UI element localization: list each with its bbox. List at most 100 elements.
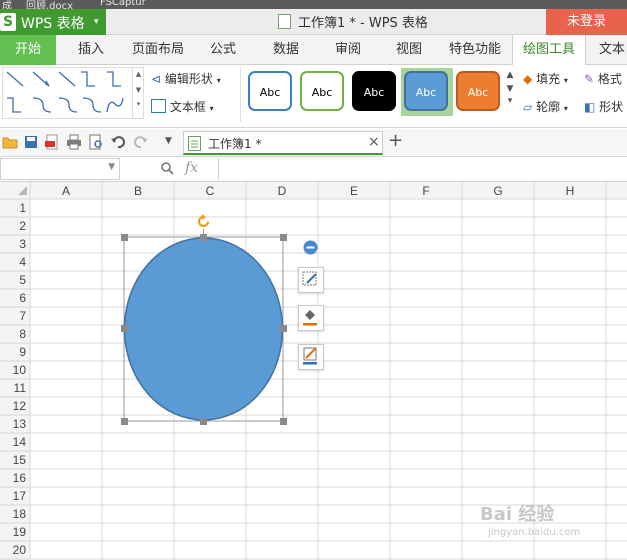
outline-button[interactable]: ▱ 轮廓 ▾ <box>523 98 568 115</box>
row-header-10[interactable]: 10 <box>13 363 27 377</box>
top-taskbar-strip: 成 回顾.docx FSCaptur <box>0 0 627 9</box>
resize-handle-sw[interactable] <box>121 418 128 425</box>
column-header-e[interactable]: E <box>350 184 358 198</box>
resize-handle-ne[interactable] <box>280 234 287 241</box>
resize-handle-e[interactable] <box>280 325 287 332</box>
tab-home[interactable]: 开始 <box>0 35 56 65</box>
row-header-19[interactable]: 19 <box>13 525 27 539</box>
taskbar-item[interactable]: 回顾.docx <box>26 0 73 9</box>
column-header-b[interactable]: B <box>134 184 142 198</box>
resize-handle-nw[interactable] <box>121 234 128 241</box>
chevron-down-icon[interactable]: ▼ <box>133 86 144 94</box>
edit-shape-button[interactable]: ⊲ 编辑形状 ▾ <box>151 70 221 87</box>
print-preview-icon[interactable] <box>88 134 104 150</box>
style-gallery-more[interactable]: ▲ ▼ ▾ <box>504 70 516 112</box>
row-header-16[interactable]: 16 <box>13 471 27 485</box>
undo-icon[interactable] <box>110 134 126 150</box>
shape-style-swatch[interactable]: Abc <box>248 71 292 111</box>
document-tab-label: 工作簿1 * <box>208 137 262 151</box>
shape-fill-float-button[interactable] <box>298 305 324 331</box>
tab-page-layout[interactable]: 页面布局 <box>128 35 188 65</box>
formula-input[interactable] <box>218 158 627 180</box>
row-header-5[interactable]: 5 <box>19 273 26 287</box>
row-header-17[interactable]: 17 <box>13 489 27 503</box>
row-header-15[interactable]: 15 <box>13 453 27 467</box>
row-header-18[interactable]: 18 <box>13 507 27 521</box>
redo-icon[interactable] <box>133 134 149 150</box>
taskbar-item[interactable]: FSCaptur <box>100 0 146 8</box>
tab-review[interactable]: 审阅 <box>322 35 374 65</box>
shape-gallery-icons[interactable] <box>3 68 133 120</box>
search-icon[interactable] <box>160 161 174 175</box>
column-header-c[interactable]: C <box>206 184 215 198</box>
row-header-8[interactable]: 8 <box>19 327 26 341</box>
resize-handle-s[interactable] <box>200 418 207 425</box>
arrow-head-icon <box>44 80 50 87</box>
wps-logo-icon: S <box>0 13 16 31</box>
open-folder-icon[interactable] <box>2 134 18 150</box>
ribbon-tab-bar: 开始 插入 页面布局 公式 数据 审阅 视图 特色功能 绘图工具 文本 <box>0 35 627 66</box>
tab-special-features[interactable]: 特色功能 <box>444 35 506 65</box>
fill-button[interactable]: ◆ 填充 ▾ <box>523 70 568 87</box>
row-header-9[interactable]: 9 <box>19 345 26 359</box>
row-header-12[interactable]: 12 <box>13 399 27 413</box>
row-header-20[interactable]: 20 <box>13 543 27 557</box>
shape-edit-float-button[interactable] <box>298 267 324 293</box>
row-header-3[interactable]: 3 <box>19 237 26 251</box>
gallery-scroll[interactable]: ▲ ▼ ▾ <box>132 68 144 118</box>
elbow-arrow-connector-icon <box>107 71 121 87</box>
fx-insert-function-button[interactable]: fx <box>185 160 198 176</box>
format-painter-button[interactable]: ✎ 格式 <box>584 70 622 87</box>
column-header-d[interactable]: D <box>278 184 287 198</box>
resize-handle-w[interactable] <box>121 325 128 332</box>
export-pdf-icon[interactable] <box>44 134 60 150</box>
edit-shape-label: 编辑形状 <box>164 72 213 86</box>
tab-formulas[interactable]: 公式 <box>197 35 249 65</box>
chevron-down-icon[interactable]: ▼ <box>165 136 172 146</box>
resize-handle-se[interactable] <box>280 418 287 425</box>
column-header-h[interactable]: H <box>566 184 575 198</box>
column-header-f[interactable]: F <box>422 184 429 198</box>
text-box-button[interactable]: 文本框 ▾ <box>151 98 214 115</box>
row-header-14[interactable]: 14 <box>13 435 27 449</box>
chevron-up-icon[interactable]: ▲ <box>133 70 144 78</box>
tab-drawing-tools[interactable]: 绘图工具 <box>512 35 586 66</box>
login-button[interactable]: 未登录 <box>546 9 627 35</box>
gallery-expand-icon[interactable]: ▾ <box>504 96 516 106</box>
row-header-6[interactable]: 6 <box>19 291 26 305</box>
row-header-4[interactable]: 4 <box>19 255 26 269</box>
resize-handle-n[interactable] <box>200 234 207 241</box>
shape-style-swatch[interactable]: Abc <box>300 71 344 111</box>
close-icon[interactable]: × <box>368 134 380 150</box>
print-icon[interactable] <box>66 134 82 150</box>
column-header-a[interactable]: A <box>62 184 70 198</box>
row-header-11[interactable]: 11 <box>14 381 27 395</box>
chevron-down-icon[interactable]: ▼ <box>108 162 115 172</box>
shape-style-swatch[interactable]: Abc <box>456 71 500 111</box>
row-header-7[interactable]: 7 <box>19 309 26 323</box>
new-tab-plus-icon[interactable]: + <box>388 130 403 151</box>
shape-outline-float-button[interactable] <box>298 344 324 370</box>
app-menu-button[interactable]: S WPS 表格 ▾ <box>0 9 106 35</box>
tab-data[interactable]: 数据 <box>260 35 312 65</box>
shape-effects-button[interactable]: ◧ 形状 <box>584 98 623 115</box>
rotate-handle-icon[interactable] <box>195 213 212 230</box>
tab-view[interactable]: 视图 <box>383 35 435 65</box>
row-header-1[interactable]: 1 <box>19 201 26 215</box>
collapse-minus-icon[interactable] <box>303 240 318 255</box>
save-icon[interactable] <box>23 134 39 150</box>
chevron-down-icon[interactable]: ▼ <box>504 84 516 94</box>
column-header-g[interactable]: G <box>493 184 502 198</box>
shape-style-swatch[interactable]: Abc <box>352 71 396 111</box>
chevron-up-icon[interactable]: ▲ <box>504 70 516 80</box>
tab-insert[interactable]: 插入 <box>63 35 119 65</box>
tab-text-tools[interactable]: 文本 <box>592 35 627 65</box>
taskbar-item[interactable]: 成 <box>2 0 12 9</box>
format-brush-icon: ✎ <box>584 72 595 86</box>
document-tab[interactable]: 工作簿1 * × <box>183 131 383 155</box>
gallery-expand-icon[interactable]: ▾ <box>133 100 144 108</box>
shape-style-swatch[interactable]: Abc <box>404 71 448 111</box>
name-box[interactable]: ▼ <box>0 158 120 180</box>
row-header-2[interactable]: 2 <box>19 219 26 233</box>
row-header-13[interactable]: 13 <box>13 417 27 431</box>
